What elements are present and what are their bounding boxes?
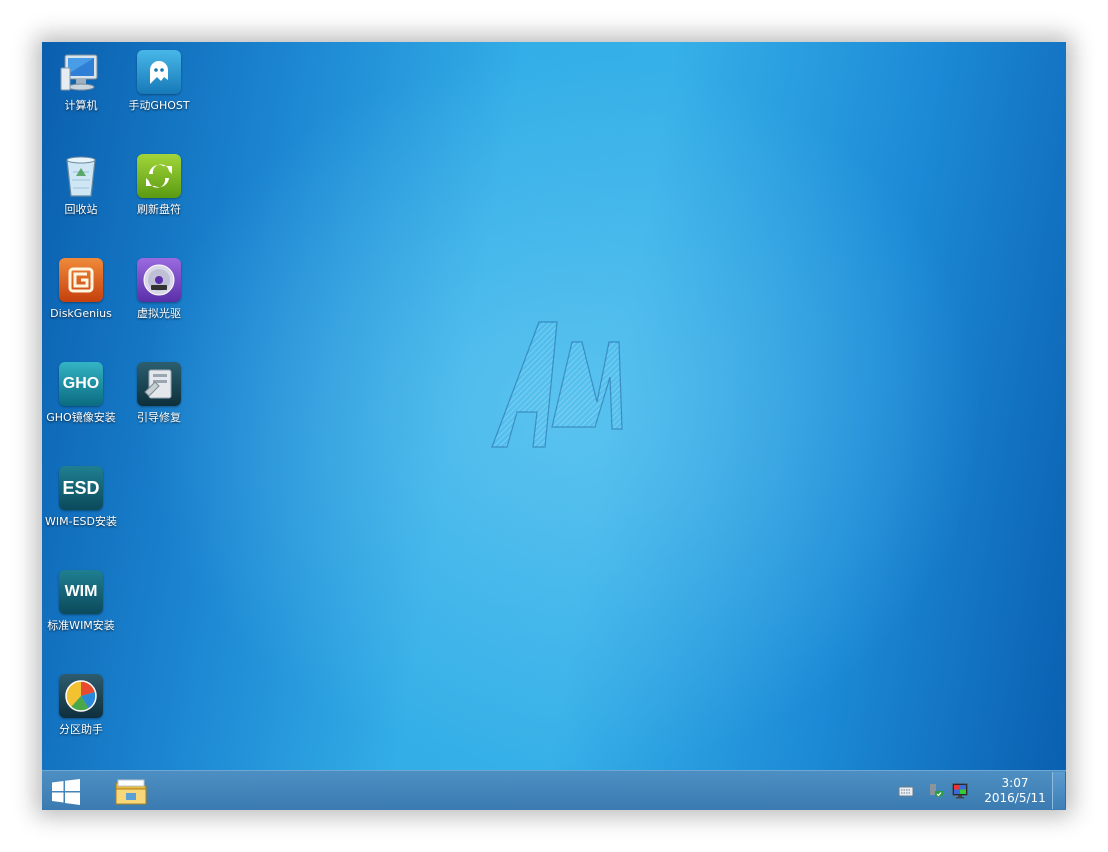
- desktop-icon-label: WIM-ESD安装: [45, 515, 117, 528]
- security-shield-icon: [930, 784, 943, 797]
- windows-logo-icon: [52, 779, 80, 805]
- desktop-icon-label: 回收站: [64, 203, 98, 216]
- tray-display[interactable]: [952, 783, 968, 799]
- keyboard-icon: [898, 786, 914, 797]
- desktop-icon-label: GHO镜像安装: [46, 411, 116, 424]
- desktop-icon-label: 计算机: [64, 99, 98, 112]
- gho-icon: GHO: [59, 362, 103, 406]
- gho-badge: GHO: [62, 375, 100, 392]
- wim-icon: WIM: [59, 570, 103, 614]
- desktop-icon-label: 手动GHOST: [128, 99, 190, 112]
- start-button[interactable]: [52, 779, 80, 805]
- desktop-icon-virtual-drive[interactable]: 虚拟光驱: [120, 250, 198, 321]
- screen: 计算机 回收站 DiskGenius GHO GHO镜像安装 ESD WIM-E…: [42, 42, 1066, 810]
- wim-badge: WIM: [64, 583, 98, 600]
- display-icon: [952, 783, 968, 799]
- desktop-icon-refresh-drive-letters[interactable]: 刷新盘符: [120, 146, 198, 217]
- esd-icon: ESD: [59, 466, 103, 510]
- file-explorer-icon: [115, 779, 147, 805]
- desktop-icon-label: 分区助手: [59, 723, 103, 736]
- desktop-icon-label: DiskGenius: [50, 307, 112, 320]
- partition-assistant-icon: [59, 674, 103, 718]
- desktop-icon-label: 虚拟光驱: [137, 307, 181, 320]
- desktop-icon-partition-assistant[interactable]: 分区助手: [42, 666, 120, 737]
- recycle-bin-icon: [59, 154, 103, 198]
- dvd-icon: [137, 258, 181, 302]
- refresh-icon: [137, 154, 181, 198]
- desktop-icon-label: 标准WIM安装: [47, 619, 115, 632]
- desktop-icon-computer[interactable]: 计算机: [42, 42, 120, 113]
- computer-icon: [59, 50, 103, 94]
- esd-badge: ESD: [62, 478, 100, 498]
- desktop-icon-diskgenius[interactable]: DiskGenius: [42, 250, 120, 321]
- taskbar-file-explorer[interactable]: [114, 775, 148, 807]
- desktop-icon-gho-install[interactable]: GHO GHO镜像安装: [42, 354, 120, 425]
- desktop-icon-recycle-bin[interactable]: 回收站: [42, 146, 120, 217]
- desktop-icon-manual-ghost[interactable]: 手动GHOST: [120, 42, 198, 113]
- taskbar: 3:07 2016/5/11: [42, 770, 1066, 810]
- desktop[interactable]: 计算机 回收站 DiskGenius GHO GHO镜像安装 ESD WIM-E…: [42, 42, 1066, 770]
- tray-keyboard[interactable]: [898, 783, 914, 799]
- wallpaper-logo: [491, 321, 623, 448]
- diskgenius-icon: [59, 258, 103, 302]
- desktop-icon-boot-repair[interactable]: 引导修复: [120, 354, 198, 425]
- desktop-icon-wim-esd-install[interactable]: ESD WIM-ESD安装: [42, 458, 120, 529]
- taskbar-clock[interactable]: 3:07 2016/5/11: [980, 776, 1050, 806]
- tray-security[interactable]: [928, 783, 944, 799]
- clock-time: 3:07: [1001, 776, 1029, 790]
- desktop-icon-standard-wim-install[interactable]: WIM 标准WIM安装: [42, 562, 120, 633]
- desktop-icon-label: 刷新盘符: [137, 203, 181, 216]
- boot-repair-icon: [137, 362, 181, 406]
- ghost-icon: [137, 50, 181, 94]
- clock-date: 2016/5/11: [984, 791, 1046, 805]
- desktop-icon-label: 引导修复: [137, 411, 181, 424]
- show-desktop-button[interactable]: [1052, 772, 1066, 809]
